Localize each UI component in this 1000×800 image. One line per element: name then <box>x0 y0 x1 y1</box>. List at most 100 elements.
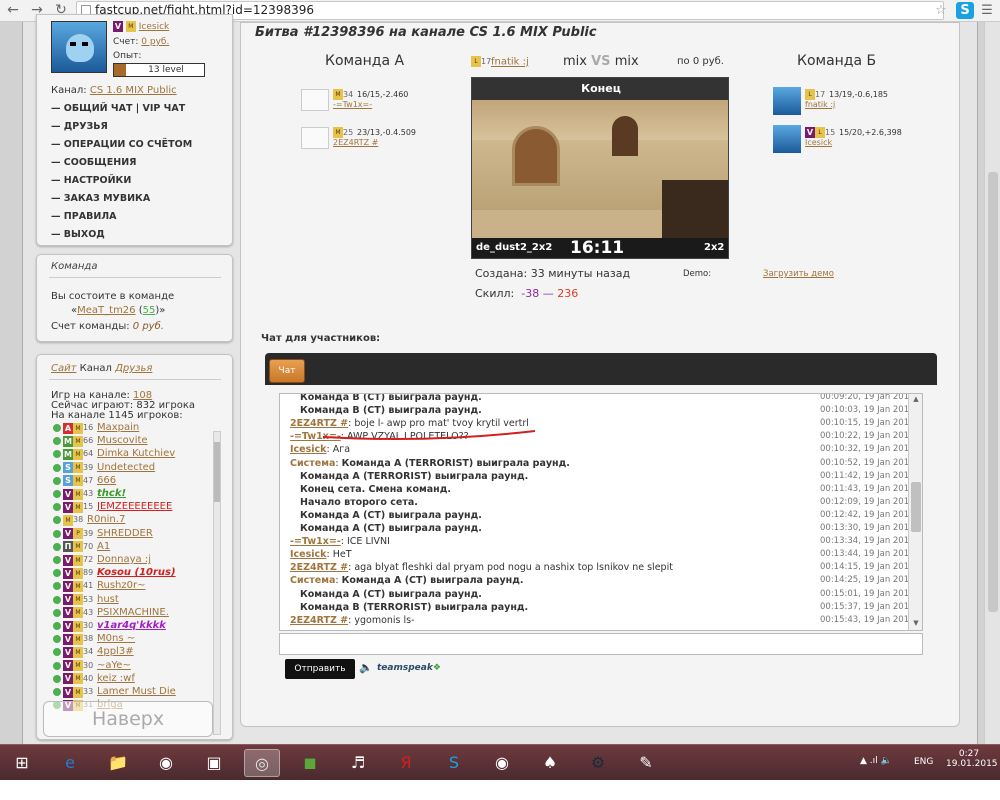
player-name[interactable]: Kosou (10rus) <box>97 567 176 578</box>
menu-account-operations[interactable]: — ОПЕРАЦИИ СО СЧЁТОМ <box>51 139 192 150</box>
scroll-up-icon[interactable]: ▲ <box>911 394 921 404</box>
player-list-item[interactable]: A M 16 Maxpain <box>53 421 139 435</box>
chat-author[interactable]: 2EZ4RTZ # <box>290 562 348 573</box>
player-name[interactable]: Donnaya :j <box>97 554 151 565</box>
tab-site[interactable]: Сайт <box>51 363 76 374</box>
sound-app-icon[interactable]: ♬ <box>340 749 376 777</box>
tab-chat[interactable]: Чат <box>269 359 305 383</box>
skype-extension-icon[interactable]: S <box>956 2 974 19</box>
star-icon[interactable]: ☆ <box>932 2 950 19</box>
player-list-item[interactable]: V M 41 Rushz0r~ <box>53 579 146 593</box>
menu-rules[interactable]: — ПРАВИЛА <box>51 211 117 222</box>
player-name[interactable]: Muscovite <box>97 435 148 446</box>
channel-link[interactable]: CS 1.6 MIX Public <box>90 85 177 96</box>
steam-icon[interactable]: ⚙ <box>580 749 616 777</box>
player-list-item[interactable]: V M 33 Lamer Must Die <box>53 685 176 699</box>
balance-value[interactable]: 0 руб. <box>141 37 169 47</box>
captain-link[interactable]: fnatik :j <box>491 57 529 68</box>
chat-author[interactable]: Icesick <box>290 444 326 455</box>
windows-start-icon[interactable]: ⊞ <box>4 749 40 777</box>
chrome-icon[interactable]: ◎ <box>244 749 280 777</box>
scrollbar-thumb[interactable] <box>214 442 220 502</box>
player-name[interactable]: 4ppl3# <box>97 646 134 657</box>
player-list-item[interactable]: V M 72 Donnaya :j <box>53 553 151 567</box>
player-name[interactable]: M0ns ~ <box>97 633 135 644</box>
player-name[interactable]: JEMZEEEEEEEE <box>97 501 172 512</box>
player-name[interactable]: Maxpain <box>97 422 139 433</box>
player-list-item[interactable]: V M 53 hust <box>53 593 119 607</box>
counter-strike-icon[interactable]: ♠ <box>532 749 568 777</box>
clock[interactable]: 0:27 19.01.2015 <box>946 749 998 769</box>
tab-friends[interactable]: Друзья <box>115 363 152 374</box>
page-scrollbar[interactable] <box>984 22 1000 744</box>
player-name[interactable]: A1 <box>97 541 110 552</box>
scroll-top-button[interactable]: Наверх <box>43 701 213 737</box>
player-name[interactable]: Dimka Kutchiev <box>97 448 175 459</box>
player-list-item[interactable]: V M 38 M0ns ~ <box>53 632 135 646</box>
player-name[interactable]: fnatik :j <box>805 100 835 109</box>
player-list-item[interactable]: V M 40 keiz :wf <box>53 672 135 686</box>
player-name[interactable]: hust <box>97 594 119 605</box>
file-explorer-icon[interactable]: 📁 <box>100 749 136 777</box>
scroll-down-icon[interactable]: ▼ <box>911 618 921 628</box>
player-name[interactable]: Lamer Must Die <box>97 686 176 697</box>
player-list-item[interactable]: V M 43 PSIXMACHINE. <box>53 606 169 620</box>
yandex-icon[interactable]: Я <box>388 749 424 777</box>
player-name[interactable]: v1ar4q'kkkk <box>97 620 166 631</box>
teamspeak-link[interactable]: teamspeak❖ <box>377 663 441 673</box>
player-list-item[interactable]: V M 34 4ppl3# <box>53 645 134 659</box>
tray-icons[interactable]: ▲ .ıl 🔈 <box>860 756 892 766</box>
player-avatar[interactable] <box>773 125 801 153</box>
player-name[interactable]: keiz :wf <box>97 673 135 684</box>
chat-scrollbar[interactable]: ▲ ▼ <box>908 394 922 630</box>
internet-explorer-icon[interactable]: e <box>52 749 88 777</box>
menu-settings[interactable]: — НАСТРОЙКИ <box>51 175 131 186</box>
player-name[interactable]: -=Tw1x=- <box>333 100 372 109</box>
menu-logout[interactable]: — ВЫХОД <box>51 229 105 240</box>
player-list-item[interactable]: M M 64 Dimka Kutchiev <box>53 447 175 461</box>
player-list-item[interactable]: S M 39 Undetected <box>53 461 155 475</box>
player-list-item[interactable]: V P 39 SHREDDER <box>53 527 153 541</box>
chat-author[interactable]: -=Tw1x=- <box>290 536 341 547</box>
team-name-link[interactable]: MeaT_tm26 <box>77 305 135 316</box>
player-avatar[interactable] <box>301 127 329 149</box>
player-name[interactable]: SHREDDER <box>97 528 153 539</box>
media-app-icon[interactable]: ▣ <box>196 749 232 777</box>
send-button[interactable]: Отправить <box>285 659 355 679</box>
dota-icon[interactable]: ◉ <box>484 749 520 777</box>
player-avatar[interactable] <box>301 89 329 111</box>
scrollbar-thumb[interactable] <box>911 482 921 532</box>
player-name[interactable]: Rushz0r~ <box>97 580 146 591</box>
speaker-icon[interactable]: 🔈 <box>359 661 373 674</box>
menu-general-chat[interactable]: — ОБЩИЙ ЧАТ | VIP ЧАТ <box>51 103 185 114</box>
player-list-item[interactable]: П M 70 A1 <box>53 540 110 554</box>
chat-author[interactable]: 2EZ4RTZ # <box>290 615 348 626</box>
player-list-scrollbar[interactable] <box>213 431 221 735</box>
player-list-item[interactable]: V M 30 v1ar4q'kkkk <box>53 619 166 633</box>
player-list-item[interactable]: S M 47 666 <box>53 474 116 488</box>
skype-icon[interactable]: S <box>436 749 472 777</box>
player-name[interactable]: Undetected <box>97 462 155 473</box>
menu-icon[interactable]: ☰ <box>978 2 996 19</box>
demo-link[interactable]: Загрузить демо <box>763 269 834 279</box>
player-name[interactable]: 2EZ4RTZ # <box>333 138 378 147</box>
menu-friends[interactable]: — ДРУЗЬЯ <box>51 121 108 132</box>
paint-icon[interactable]: ✎ <box>628 749 664 777</box>
player-name[interactable]: thck! <box>97 488 126 499</box>
language-indicator[interactable]: ENG <box>914 757 933 767</box>
avatar[interactable] <box>51 21 107 73</box>
back-icon[interactable]: ← <box>4 1 22 19</box>
player-name[interactable]: ~aYe~ <box>97 660 131 671</box>
player-list-item[interactable]: V M 15 JEMZEEEEEEEE <box>53 500 172 514</box>
menu-movie-order[interactable]: — ЗАКАЗ МУВИКА <box>51 193 150 204</box>
player-list-item[interactable]: M M 66 Muscovite <box>53 434 148 448</box>
player-name[interactable]: R0nin.7 <box>87 514 125 525</box>
chat-author[interactable]: Icesick <box>290 549 326 560</box>
evernote-icon[interactable]: ◼ <box>292 749 328 777</box>
chat-input[interactable] <box>279 633 923 655</box>
player-list-item[interactable]: V M 43 thck! <box>53 487 126 501</box>
speaker-app-icon[interactable]: ◉ <box>148 749 184 777</box>
menu-messages[interactable]: — СООБЩЕНИЯ <box>51 157 136 168</box>
player-list-item[interactable]: V M 30 ~aYe~ <box>53 659 131 673</box>
tab-channel[interactable]: Канал <box>80 363 112 374</box>
